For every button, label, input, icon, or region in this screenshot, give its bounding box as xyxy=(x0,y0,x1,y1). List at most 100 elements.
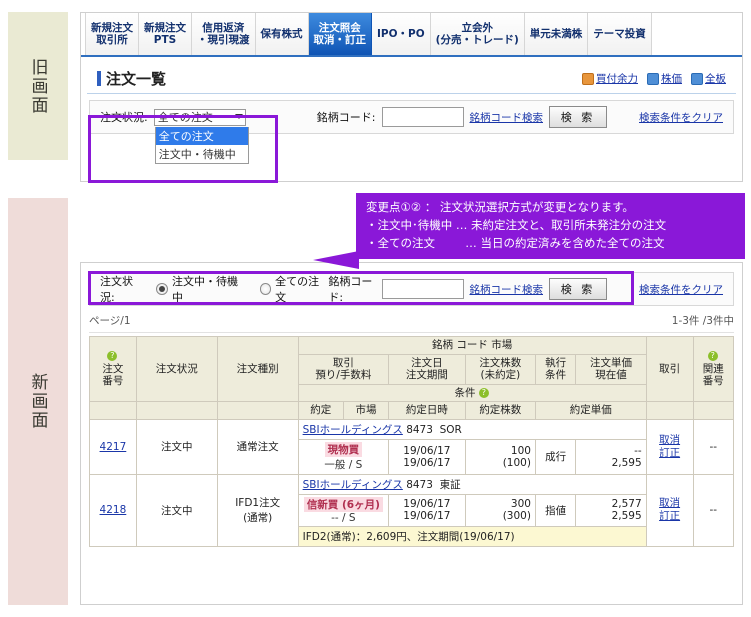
header-qty-line2: (未約定) xyxy=(480,369,521,382)
header-order-qty: 注文株数 (未約定) xyxy=(464,353,536,385)
tab-ipo-po[interactable]: IPO・PO xyxy=(372,13,431,55)
cell-prices: 2,577 2,595 xyxy=(575,493,647,527)
table-row: 4218 注文中 IFD1注文 (通常) SBIホールディングス 8473 東証… xyxy=(89,473,734,547)
cell-order-type: IFD1注文 (通常) xyxy=(216,473,299,547)
quick-link-stock-price[interactable]: 株価 xyxy=(647,71,682,86)
panel-icon xyxy=(582,72,594,85)
radio-label: 全ての注文 xyxy=(275,275,320,304)
tab-label-line1: 立会外 xyxy=(461,21,493,34)
header-order-no-line2: 番号 xyxy=(102,375,124,388)
header-spacer-right-2 xyxy=(692,401,734,420)
order-status-option-active[interactable]: 注文中・待機中 xyxy=(156,145,248,163)
change-callout: 変更点①② ： 注文状況選択方式が変更となります。 ・注文中･待機中 … 未約定… xyxy=(356,193,745,260)
cell-symbol-info: SBIホールディングス 8473 SOR xyxy=(297,418,647,440)
header-order-price: 注文単価 現在値 xyxy=(575,353,647,385)
search-button-new[interactable]: 検 索 xyxy=(549,278,607,300)
search-bar-old: 注文状況: 全ての注文 全ての注文 注文中・待機中 銘柄コード: 銘柄コード検索… xyxy=(89,100,734,164)
order-type-line1: IFD1注文 xyxy=(235,497,281,510)
cell-related-no: -- xyxy=(692,418,734,475)
order-no-link[interactable]: 4218 xyxy=(100,504,127,516)
tab-new-order-exchange[interactable]: 新規注文 取引所 xyxy=(85,13,139,55)
band-new-screen: 新画面 xyxy=(8,198,68,605)
order-no-link[interactable]: 4217 xyxy=(100,441,127,453)
table-header-row-1: ? 注文 番号 注文状況 注文種別 銘柄 コード 市場 取引 ? 関連 番号 xyxy=(89,335,734,403)
cancel-link[interactable]: 取消 xyxy=(659,497,680,509)
current-price: 2,595 xyxy=(611,510,642,523)
tab-label-line1: テーマ投資 xyxy=(593,27,646,40)
radio-order-active[interactable]: 注文中・待機中 xyxy=(156,273,246,305)
symbol-code-search-link-new[interactable]: 銘柄コード検索 xyxy=(470,282,544,297)
quick-link-label: 買付余力 xyxy=(596,73,638,85)
cell-exec-condition: 成行 xyxy=(534,438,577,475)
help-icon[interactable]: ? xyxy=(107,351,118,362)
header-spacer-left-2 xyxy=(135,401,218,420)
header-order-no-line1: 注文 xyxy=(102,362,124,375)
clear-conditions-link-new[interactable]: 検索条件をクリア xyxy=(639,282,723,297)
order-period: 19/06/17 xyxy=(403,510,451,523)
tab-label-line2: (分売・トレード) xyxy=(435,34,519,46)
symbol-code: 8473 xyxy=(406,478,433,491)
quick-link-label: 全板 xyxy=(705,73,726,85)
order-qty: 100 xyxy=(510,444,531,457)
cell-trade-actions: 取消 訂正 xyxy=(645,418,694,475)
symbol-market: SOR xyxy=(439,423,462,436)
trade-deposit: 一般 / S xyxy=(324,458,363,471)
band-old-screen: 旧画面 xyxy=(8,12,68,160)
modify-link[interactable]: 訂正 xyxy=(659,447,680,459)
header-condition: 条件 ? xyxy=(297,383,647,403)
clear-conditions-link-old[interactable]: 検索条件をクリア xyxy=(639,110,723,125)
symbol-market: 東証 xyxy=(439,478,461,491)
table-header-row-4: 約定 市場 約定日時 約定株数 約定単価 xyxy=(89,401,734,420)
tab-new-order-pts[interactable]: 新規注文 PTS xyxy=(139,13,192,55)
order-status-radio-group: 注文中・待機中 全ての注文 xyxy=(156,273,328,305)
header-symbol-group: 銘柄 コード 市場 xyxy=(297,336,647,355)
table-row: 4217 注文中 通常注文 SBIホールディングス 8473 SOR 取消 訂正… xyxy=(89,418,734,475)
header-qty-line1: 注文株数 xyxy=(479,356,522,369)
paging-row: ページ/1 1-3件 /3件中 xyxy=(89,313,734,333)
modify-link[interactable]: 訂正 xyxy=(659,510,680,522)
cancel-link[interactable]: 取消 xyxy=(659,434,680,446)
quick-link-full-board[interactable]: 全板 xyxy=(691,71,726,86)
tab-label-line1: 新規注文 xyxy=(91,21,133,34)
header-contract-price: 約定単価 xyxy=(534,401,647,420)
screenshot-root: 旧画面 新画面 新規注文 取引所 新規注文 PTS 信用返済 ・現引現渡 保有株… xyxy=(0,0,751,617)
cell-trade-actions: 取消 訂正 xyxy=(645,473,694,547)
result-count: 1-3件 /3件中 xyxy=(671,315,734,327)
symbol-code-input-new[interactable] xyxy=(381,279,464,299)
quick-link-buying-power[interactable]: 買付余力 xyxy=(582,71,638,86)
search-button-old[interactable]: 検 索 xyxy=(549,106,607,128)
order-status-label-new: 注文状況: xyxy=(100,275,133,304)
order-status-option-all[interactable]: 全ての注文 xyxy=(155,126,248,145)
tab-theme-investment[interactable]: テーマ投資 xyxy=(588,13,652,55)
symbol-search-group-new: 銘柄コード: 銘柄コード検索 検 索 検索条件をクリア xyxy=(328,273,723,305)
header-spacer-left-3 xyxy=(216,401,299,420)
help-icon[interactable]: ? xyxy=(707,351,718,362)
symbol-name-link[interactable]: SBIホールディングス xyxy=(303,424,403,436)
cell-prices: -- 2,595 xyxy=(575,438,647,475)
symbol-search-group-old: 銘柄コード: 銘柄コード検索 検 索 検索条件をクリア xyxy=(317,106,723,128)
tab-order-inquiry[interactable]: 注文照会 取消・訂正 xyxy=(308,13,372,55)
radio-order-all[interactable]: 全ての注文 xyxy=(259,273,329,305)
quick-links: 買付余力 株価 全板 xyxy=(582,71,726,86)
help-icon[interactable]: ? xyxy=(478,387,489,398)
callout-line-2: ・注文中･待機中 … 未約定注文と、取引所未発注分の注文 xyxy=(366,217,667,232)
symbol-code-label-old: 銘柄コード: xyxy=(316,111,376,124)
header-related-no-line1: 関連 xyxy=(702,362,724,375)
tab-odd-lot[interactable]: 単元未満株 xyxy=(524,13,589,55)
order-type-line2: (通常) xyxy=(243,512,273,525)
header-price-line2: 現在値 xyxy=(595,369,627,382)
header-date-line2: 注文期間 xyxy=(405,369,448,382)
header-related-no-line2: 番号 xyxy=(702,375,724,388)
tab-margin-repayment[interactable]: 信用返済 ・現引現渡 xyxy=(192,13,256,55)
order-status-select-old[interactable]: 全ての注文 全ての注文 注文中・待機中 xyxy=(153,108,249,164)
cell-order-type: 通常注文 xyxy=(216,418,299,475)
trade-type-tag: 信新買 (6ヶ月) xyxy=(303,496,383,512)
cell-order-no: 4218 xyxy=(89,473,137,547)
header-condition-label: 条件 xyxy=(454,386,476,399)
tab-holdings[interactable]: 保有株式 xyxy=(255,13,309,55)
symbol-code-input-old[interactable] xyxy=(381,107,464,127)
symbol-name-link[interactable]: SBIホールディングス xyxy=(303,479,403,491)
cell-order-no: 4217 xyxy=(89,418,137,475)
symbol-code-search-link-old[interactable]: 銘柄コード検索 xyxy=(470,110,544,125)
tab-off-floor[interactable]: 立会外 (分売・トレード) xyxy=(430,13,525,55)
